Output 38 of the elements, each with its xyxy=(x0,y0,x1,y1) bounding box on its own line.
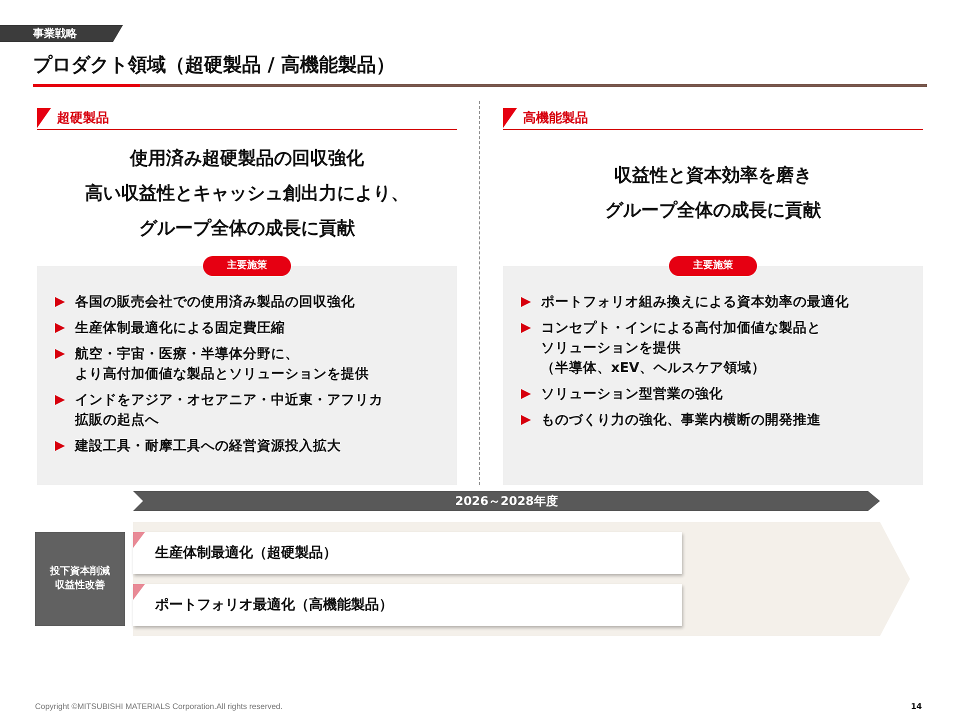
triangle-bullet-icon xyxy=(55,441,65,451)
measure-text: ポートフォリオ組み換えによる資本効率の最適化 xyxy=(541,293,849,312)
section-tag: 事業戦略 xyxy=(0,25,123,42)
initiative-text: ポートフォリオ最適化（高機能製品） xyxy=(155,596,393,614)
headline-text: グループ全体の成長に貢献 xyxy=(139,216,355,240)
triangle-bullet-icon xyxy=(521,389,531,399)
headline-text: 高い収益性とキャッシュ創出力により、 xyxy=(85,182,409,206)
corner-triangle-icon xyxy=(37,108,51,128)
copyright-text: Copyright ©MITSUBISHI MATERIALS Corporation.All rights reserved. xyxy=(35,702,283,711)
triangle-bullet-icon xyxy=(55,297,65,307)
measure-text: 航空・宇宙・医療・半導体分野に、 より高付加価値な製品とソリューションを提供 xyxy=(75,345,369,384)
headline-text: グループ全体の成長に貢献 xyxy=(605,199,821,223)
measure-text: 生産体制最適化による固定費圧縮 xyxy=(75,319,285,338)
triangle-bullet-icon xyxy=(55,323,65,333)
initiative-text: 生産体制最適化（超硬製品） xyxy=(155,544,337,562)
measure-text: インドをアジア・オセアニア・中近東・アフリカ 拡販の起点へ xyxy=(75,391,383,430)
headline-text: 使用済み超硬製品の回収強化 xyxy=(130,146,364,170)
triangle-bullet-icon xyxy=(521,415,531,425)
segment-label: 超硬製品 xyxy=(57,110,109,128)
segment-label: 高機能製品 xyxy=(523,110,588,128)
measure-text: 建設工具・耐摩工具への経営資源投入拡大 xyxy=(75,437,341,456)
triangle-bullet-icon xyxy=(55,395,65,405)
measure-text: コンセプト・インによる高付加価値な製品と ソリューションを提供 （半導体、xEV、ヘルスケア領域） xyxy=(541,319,821,378)
triangle-bullet-icon xyxy=(521,297,531,307)
measures-badge: 主要施策 xyxy=(669,256,757,276)
page-title: プロダクト領域（超硬製品 / 高機能製品） xyxy=(32,53,396,78)
corner-triangle-icon xyxy=(133,584,145,600)
corner-triangle-icon xyxy=(503,108,517,128)
headline-text: 収益性と資本効率を磨き xyxy=(614,164,812,188)
measure-text: ものづくり力の強化、事業内横断の開発推進 xyxy=(541,411,821,430)
measure-text: 各国の販売会社での使用済み製品の回収強化 xyxy=(75,293,355,312)
measures-badge: 主要施策 xyxy=(203,256,291,276)
triangle-bullet-icon xyxy=(521,323,531,333)
category-box: 投下資本削減 収益性改善 xyxy=(35,532,125,626)
corner-triangle-icon xyxy=(133,532,145,548)
triangle-bullet-icon xyxy=(55,349,65,359)
page-number: 14 xyxy=(910,702,922,711)
measure-text: ソリューション型営業の強化 xyxy=(541,385,723,404)
